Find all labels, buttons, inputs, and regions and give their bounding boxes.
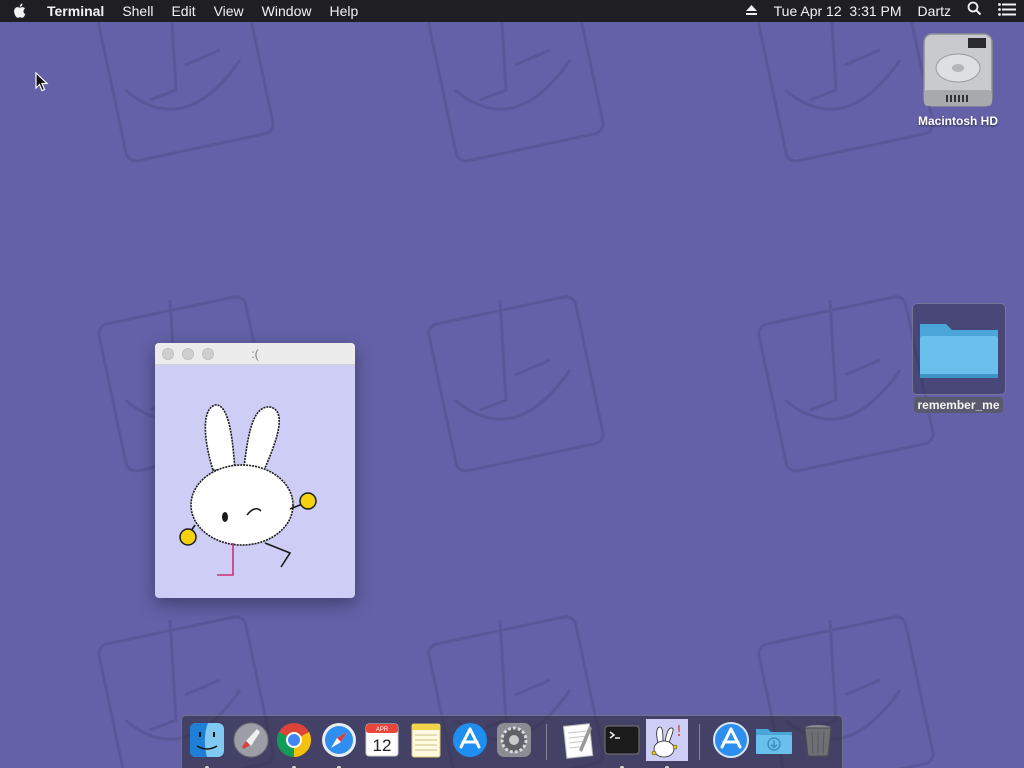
menu-app-name[interactable]: Terminal — [38, 0, 113, 22]
window-title: :( — [251, 346, 259, 361]
dock-item-applications[interactable] — [711, 720, 751, 760]
hard-drive-icon — [923, 33, 993, 107]
dock-item-calendar[interactable]: APR 12 — [362, 720, 402, 760]
chrome-icon — [277, 723, 311, 757]
textedit-icon — [562, 723, 594, 759]
desktop-wallpaper — [95, 0, 937, 768]
apple-menu[interactable] — [0, 3, 38, 19]
mouse-cursor-icon — [35, 72, 49, 92]
desktop-icon-label: remember_me — [914, 397, 1003, 413]
dock-item-safari[interactable] — [319, 720, 359, 768]
bunny-illustration — [179, 404, 317, 576]
menu-view[interactable]: View — [205, 0, 253, 22]
clock-time: 3:31 PM — [849, 3, 902, 19]
dock: APR 12 — [181, 715, 843, 768]
folder-icon — [919, 324, 998, 378]
dock-item-downloads[interactable] — [754, 720, 794, 760]
dock-item-trash[interactable] — [798, 720, 838, 760]
menu-user[interactable]: Dartz — [910, 0, 959, 22]
downloads-folder-icon — [756, 729, 792, 754]
dock-item-system-preferences[interactable] — [494, 720, 534, 760]
menu-edit[interactable]: Edit — [162, 0, 204, 22]
dock-item-terminal[interactable] — [602, 720, 642, 768]
menu-bar: Terminal Shell Edit View Window Help Tue… — [0, 0, 1024, 22]
dock-separator — [546, 724, 547, 760]
search-icon — [967, 1, 982, 16]
trash-icon — [804, 725, 832, 757]
dock-item-launchpad[interactable] — [231, 720, 271, 760]
notification-center-button[interactable] — [990, 0, 1024, 22]
system-preferences-icon — [497, 723, 531, 757]
dock-item-finder[interactable] — [187, 720, 227, 768]
clock-date: Tue Apr 12 — [773, 3, 842, 19]
eject-icon — [745, 5, 757, 15]
dock-item-chrome[interactable] — [274, 720, 314, 768]
dock-item-notes[interactable] — [406, 720, 446, 760]
desktop-icon-macintosh-hd[interactable]: Macintosh HD — [910, 30, 1006, 128]
list-icon — [998, 3, 1016, 16]
bunny-window[interactable]: :( — [155, 343, 355, 598]
apple-icon — [14, 3, 26, 18]
calendar-month: APR — [376, 727, 389, 733]
menu-clock[interactable]: Tue Apr 12 3:31 PM — [766, 0, 910, 22]
menu-window[interactable]: Window — [253, 0, 321, 22]
launchpad-icon — [233, 722, 269, 758]
notes-icon — [411, 723, 441, 758]
calendar-icon: APR 12 — [365, 723, 399, 757]
spotlight-button[interactable] — [959, 0, 990, 22]
desktop-icon-remember-me[interactable]: remember_me — [910, 303, 1007, 413]
calendar-day: 12 — [373, 736, 392, 755]
dock-item-textedit[interactable] — [558, 720, 598, 760]
terminal-icon — [604, 725, 640, 755]
menu-shell[interactable]: Shell — [113, 0, 162, 22]
dock-separator — [699, 724, 700, 760]
dock-item-app-store[interactable] — [450, 720, 490, 760]
menu-help[interactable]: Help — [320, 0, 367, 22]
bunny-app-icon — [646, 719, 688, 761]
app-store-icon — [453, 723, 487, 757]
applications-folder-icon — [713, 722, 749, 758]
window-titlebar[interactable]: :( — [155, 343, 355, 365]
selection-highlight — [911, 303, 1006, 395]
dock-item-bunny-app[interactable] — [646, 719, 688, 768]
desktop-icon-label: Macintosh HD — [917, 114, 998, 128]
finder-icon — [190, 723, 224, 757]
safari-icon — [322, 723, 356, 757]
eject-menu[interactable] — [737, 0, 766, 22]
